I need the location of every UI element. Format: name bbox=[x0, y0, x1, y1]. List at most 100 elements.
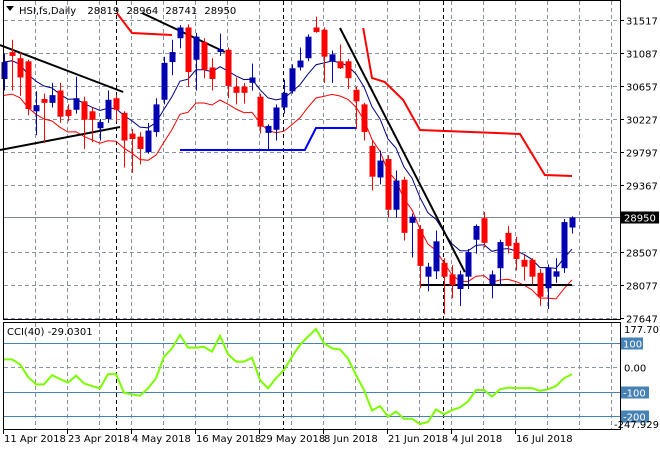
bear-candle-body bbox=[361, 104, 368, 133]
bear-candle-body bbox=[201, 42, 208, 70]
price-tick-label: 28077 bbox=[626, 282, 658, 293]
close-value: 28950 bbox=[204, 6, 236, 17]
bear-candle-body bbox=[417, 229, 424, 266]
bull-candle-body bbox=[145, 130, 152, 153]
date-tick-label: 29 May 2018 bbox=[260, 434, 325, 445]
bear-candle-body bbox=[129, 133, 136, 139]
bear-candle-body bbox=[25, 61, 32, 109]
date-tick-label: 16 May 2018 bbox=[196, 434, 261, 445]
chart-header: HSI,fs,Daily 28819 28964 28741 28950 bbox=[19, 6, 236, 17]
date-tick-label: 11 Apr 2018 bbox=[4, 434, 66, 445]
bull-candle-body bbox=[393, 180, 400, 210]
trendline bbox=[0, 126, 121, 151]
bull-candle-body bbox=[177, 27, 184, 39]
bear-candle-body bbox=[385, 159, 392, 210]
bull-candle-body bbox=[545, 267, 552, 289]
bull-candle-body bbox=[281, 92, 288, 108]
bull-candle-body bbox=[473, 225, 480, 240]
cci-panel: 1000.00-100-200177.7073-247.929 bbox=[4, 325, 660, 431]
bear-candle-body bbox=[449, 274, 456, 286]
bear-candle-body bbox=[233, 86, 240, 93]
bear-candle-body bbox=[225, 49, 232, 86]
bear-candle-body bbox=[505, 232, 512, 246]
bull-candle-body bbox=[33, 105, 40, 112]
bull-candle-body bbox=[561, 222, 568, 269]
date-tick-label: 16 Jul 2018 bbox=[516, 434, 573, 445]
bear-candle-body bbox=[9, 52, 16, 56]
low-value: 28741 bbox=[165, 6, 197, 17]
cci-level-label: -100 bbox=[623, 389, 646, 400]
bear-candle-body bbox=[89, 111, 96, 120]
bull-candle-body bbox=[553, 271, 560, 277]
bear-candle-body bbox=[41, 99, 48, 103]
bull-candle-body bbox=[273, 107, 280, 130]
date-tick-label: 21 Jun 2018 bbox=[388, 434, 448, 445]
price-tick-label: 29367 bbox=[626, 182, 658, 193]
bear-candle-body bbox=[185, 27, 192, 73]
high-value: 28964 bbox=[126, 6, 158, 17]
grid bbox=[4, 1, 620, 430]
bull-candle-body bbox=[497, 242, 504, 269]
bear-candle-body bbox=[369, 145, 376, 177]
bull-candle-body bbox=[289, 68, 296, 92]
bull-candle-body bbox=[161, 62, 168, 100]
price-tick-label: 30227 bbox=[626, 116, 658, 127]
cci-label: CCI(40) -29.0301 bbox=[7, 327, 93, 338]
bull-candle-body bbox=[265, 125, 272, 133]
bear-candle-body bbox=[513, 242, 520, 259]
price-tick-label: 31517 bbox=[626, 17, 658, 28]
trendline bbox=[339, 27, 466, 273]
date-tick-label: 4 Jul 2018 bbox=[452, 434, 502, 445]
bear-candle-body bbox=[81, 101, 88, 120]
bull-candle-body bbox=[1, 62, 8, 79]
symbol-label: HSI,fs,Daily bbox=[19, 6, 76, 17]
bull-candle-body bbox=[249, 77, 256, 83]
bull-candle-body bbox=[97, 122, 104, 129]
bear-candle-body bbox=[17, 58, 24, 78]
bull-candle-body bbox=[457, 274, 464, 289]
bear-candle-body bbox=[521, 259, 528, 267]
bear-candle-body bbox=[401, 179, 408, 233]
current-price-label: 28950 bbox=[624, 214, 656, 225]
bear-candle-body bbox=[353, 89, 360, 102]
open-value: 28819 bbox=[87, 6, 119, 17]
price-tick-label: 30657 bbox=[626, 83, 658, 94]
price-tick-label: 31087 bbox=[626, 50, 658, 61]
bear-candle-body bbox=[65, 109, 72, 116]
bear-candle-body bbox=[241, 86, 248, 93]
bull-candle-body bbox=[297, 60, 304, 68]
bear-candle-body bbox=[121, 112, 128, 141]
candles bbox=[1, 16, 576, 315]
hsi-daily-chart: 1000.00-100-200177.7073-247.929 31517310… bbox=[0, 0, 660, 445]
bull-candle-body bbox=[153, 104, 160, 133]
bear-candle-body bbox=[137, 136, 144, 149]
bear-candle-body bbox=[257, 96, 264, 127]
upper-stop-line bbox=[362, 27, 573, 177]
cci-scale-max: 177.7073 bbox=[624, 325, 660, 336]
bull-candle-body bbox=[73, 98, 80, 110]
bull-candle-body bbox=[465, 252, 472, 277]
bull-candle-body bbox=[433, 241, 440, 272]
bull-candle-body bbox=[105, 99, 112, 119]
bear-candle-body bbox=[313, 27, 320, 33]
bull-candle-body bbox=[49, 95, 56, 103]
collapse-arrow-icon[interactable] bbox=[6, 6, 14, 11]
bear-candle-body bbox=[113, 98, 120, 110]
bear-candle-body bbox=[209, 67, 216, 79]
bear-candle-body bbox=[57, 90, 64, 117]
bull-candle-body bbox=[425, 266, 432, 277]
bear-candle-body bbox=[537, 272, 544, 297]
bull-candle-body bbox=[193, 36, 200, 60]
cci-level-label: 100 bbox=[623, 340, 642, 351]
bear-candle-body bbox=[337, 61, 344, 69]
bull-candle-body bbox=[329, 54, 336, 62]
bull-candle-body bbox=[489, 274, 496, 285]
date-tick-label: 23 Apr 2018 bbox=[68, 434, 130, 445]
cci-panel-border bbox=[3, 322, 621, 430]
bull-candle-body bbox=[569, 217, 576, 228]
bear-candle-body bbox=[321, 29, 328, 57]
bear-candle-body bbox=[345, 61, 352, 79]
bull-candle-body bbox=[305, 36, 312, 59]
cci-level-label: 0.00 bbox=[624, 364, 646, 375]
bull-candle-body bbox=[377, 160, 384, 178]
